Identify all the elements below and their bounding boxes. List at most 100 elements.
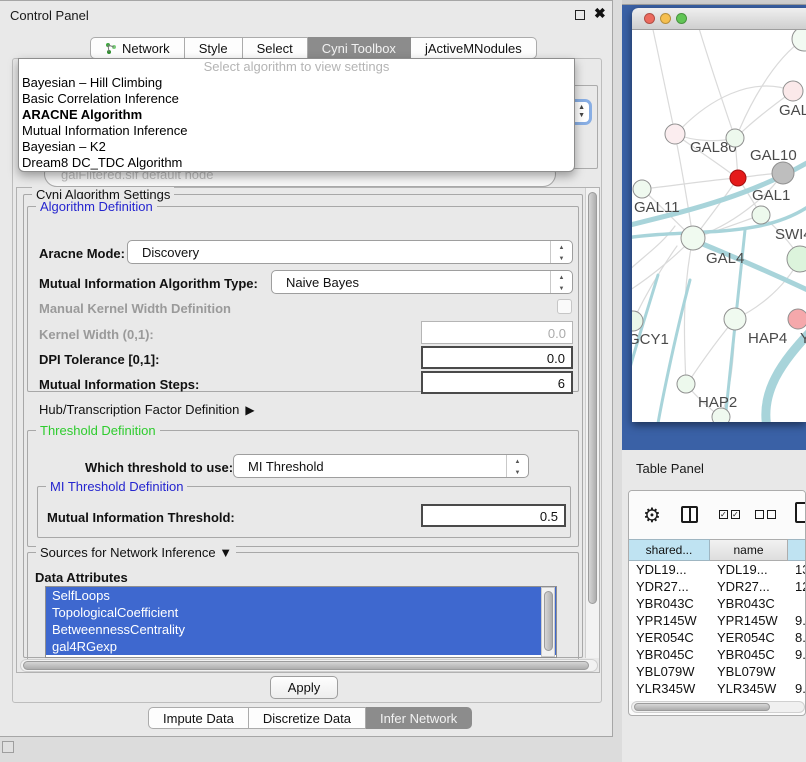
network-node[interactable]	[772, 162, 794, 184]
window-close-button[interactable]	[644, 13, 655, 24]
table-cell[interactable]: YBR043C	[710, 595, 788, 612]
table-cell[interactable]: YDR27...	[710, 578, 788, 595]
table-cell[interactable]: 12	[788, 578, 806, 595]
network-node[interactable]	[792, 30, 806, 51]
scrollbar-thumb[interactable]	[544, 591, 553, 651]
network-node-hap2[interactable]	[677, 375, 695, 393]
float-panel-icon[interactable]	[575, 10, 585, 20]
network-window-titlebar[interactable]	[632, 8, 806, 30]
kernel-width-field[interactable]: 0.0	[421, 321, 573, 344]
select-all-columns-icon[interactable]: ✓ ✓	[719, 510, 740, 519]
column-header-shared-name[interactable]: shared...	[629, 539, 710, 561]
scrollbar-thumb[interactable]	[588, 192, 597, 604]
table-cell[interactable]: YBL079W	[629, 663, 710, 680]
table-cell[interactable]: YPR145W	[629, 612, 710, 629]
dropdown-item[interactable]: Bayesian – K2	[19, 139, 574, 155]
network-node-hap4[interactable]	[724, 308, 746, 330]
dropdown-item[interactable]: Mutual Information Inference	[19, 123, 574, 139]
network-node[interactable]	[787, 246, 806, 272]
network-node[interactable]	[712, 408, 730, 422]
settings-vertical-scrollbar[interactable]	[585, 188, 599, 658]
tab-discretize-data[interactable]: Discretize Data	[249, 707, 366, 729]
settings-horizontal-scrollbar[interactable]	[20, 659, 598, 672]
window-minimize-button[interactable]	[660, 13, 671, 24]
scrollbar-thumb[interactable]	[23, 661, 589, 670]
mi-threshold-label: Mutual Information Threshold:	[47, 510, 235, 525]
window-zoom-button[interactable]	[676, 13, 687, 24]
aracne-mode-combobox[interactable]: Discovery ▲▼	[127, 240, 573, 264]
tab-infer-network[interactable]: Infer Network	[366, 707, 472, 729]
apply-button[interactable]: Apply	[270, 676, 338, 699]
data-attribute-item[interactable]: gal4RGexp	[46, 638, 556, 655]
table-cell[interactable]: YBR045C	[710, 646, 788, 663]
tab-style[interactable]: Style	[185, 37, 243, 59]
table-cell[interactable]: 9.	[788, 680, 806, 697]
tab-select[interactable]: Select	[243, 37, 308, 59]
dropdown-item[interactable]: Basic Correlation Inference	[19, 91, 574, 107]
table-cell[interactable]: YLR345W	[710, 680, 788, 697]
network-canvas[interactable]: GALGAL80GAL10GAL1GAL11SWI4GAL4GCY1HAP4YH…	[632, 30, 806, 422]
data-attributes-list[interactable]: SelfLoopsTopologicalCoefficientBetweenne…	[45, 586, 557, 658]
mi-threshold-field[interactable]: 0.5	[421, 504, 566, 527]
network-node-gal4[interactable]	[681, 226, 705, 250]
table-row[interactable]: YBR045CYBR045C9.	[629, 646, 806, 663]
close-panel-icon[interactable]: ✖	[594, 5, 606, 22]
tab-cyni-toolbox[interactable]: Cyni Toolbox	[308, 37, 411, 59]
table-cell[interactable]: YBR045C	[629, 646, 710, 663]
table-row[interactable]: YBL079WYBL079W	[629, 663, 806, 680]
manual-kernel-checkbox[interactable]	[557, 299, 572, 314]
table-cell[interactable]: YDL19...	[710, 561, 788, 578]
table-cell[interactable]: YDL19...	[629, 561, 710, 578]
dropdown-item[interactable]: Dream8 DC_TDC Algorithm	[19, 155, 574, 171]
table-cell[interactable]: YPR145W	[710, 612, 788, 629]
table-row[interactable]: YBR043CYBR043C	[629, 595, 806, 612]
table-row[interactable]: YDL19...YDL19...13	[629, 561, 806, 578]
tab-network[interactable]: Network	[90, 37, 185, 59]
table-cell[interactable]: 13	[788, 561, 806, 578]
hub-definition-expander[interactable]: Hub/Transcription Factor Definition▶	[39, 402, 255, 417]
tab-impute-data[interactable]: Impute Data	[148, 707, 249, 729]
page-icon[interactable]	[795, 502, 806, 523]
which-threshold-combobox[interactable]: MI Threshold ▲▼	[233, 454, 529, 478]
table-cell[interactable]: 8.	[788, 629, 806, 646]
table-row[interactable]: YLR345WYLR345W9.	[629, 680, 806, 697]
panel-grip-icon[interactable]	[2, 741, 14, 753]
table-cell[interactable]: YBL079W	[710, 663, 788, 680]
column-header-clipped[interactable]	[788, 539, 806, 561]
scrollbar-thumb[interactable]	[634, 703, 770, 711]
network-node-gal[interactable]	[783, 81, 803, 101]
table-cell[interactable]	[788, 595, 806, 612]
network-node-gal10[interactable]	[726, 129, 744, 147]
table-cell[interactable]: YLR345W	[629, 680, 710, 697]
table-cell[interactable]: 9.	[788, 646, 806, 663]
table-horizontal-scrollbar[interactable]	[631, 701, 805, 713]
mi-steps-field[interactable]: 6	[421, 371, 573, 394]
dropdown-item[interactable]: ARACNE Algorithm	[19, 107, 574, 123]
dpi-tolerance-field[interactable]: 0.0	[421, 346, 573, 369]
table-row[interactable]: YDR27...YDR27...12	[629, 578, 806, 595]
data-attribute-item[interactable]: SelfLoops	[46, 587, 556, 604]
network-node-gal11[interactable]	[633, 180, 651, 198]
table-cell[interactable]: YDR27...	[629, 578, 710, 595]
mi-type-combobox[interactable]: Naive Bayes ▲▼	[271, 270, 573, 294]
table-cell[interactable]	[788, 663, 806, 680]
list-vertical-scrollbar[interactable]	[541, 587, 555, 657]
network-node-y[interactable]	[788, 309, 806, 329]
network-node-gal1[interactable]	[730, 170, 746, 186]
unselect-all-columns-icon[interactable]	[755, 510, 776, 519]
table-cell[interactable]: YER054C	[629, 629, 710, 646]
network-node-gal80[interactable]	[665, 124, 685, 144]
column-header-name[interactable]: name	[710, 539, 788, 561]
table-cell[interactable]: 9.	[788, 612, 806, 629]
dropdown-item[interactable]: Bayesian – Hill Climbing	[19, 75, 574, 91]
network-node-swi4[interactable]	[752, 206, 770, 224]
table-row[interactable]: YPR145WYPR145W9.	[629, 612, 806, 629]
table-cell[interactable]: YBR043C	[629, 595, 710, 612]
columns-icon[interactable]	[681, 506, 698, 523]
table-cell[interactable]: YER054C	[710, 629, 788, 646]
gear-icon[interactable]: ⚙	[643, 503, 661, 528]
tab-jactivemnodules[interactable]: jActiveMNodules	[411, 37, 537, 59]
table-row[interactable]: YER054CYER054C8.	[629, 629, 806, 646]
data-attribute-item[interactable]: TopologicalCoefficient	[46, 604, 556, 621]
data-attribute-item[interactable]: BetweennessCentrality	[46, 621, 556, 638]
